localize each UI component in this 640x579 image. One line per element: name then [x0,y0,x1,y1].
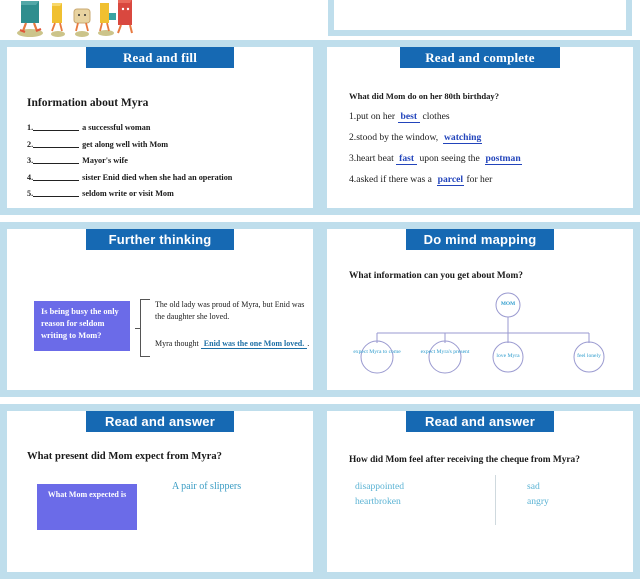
slide-further-thinking[interactable]: Further thinking Is being busy the only … [0,222,320,397]
bullet2-suffix: . [307,339,310,348]
answer-blank[interactable]: Enid was the one Mom loved. [200,339,308,349]
slide-read-and-fill[interactable]: Read and fill Information about Myra 1. a… [0,40,320,215]
line-suffix: upon seeing the [419,153,480,164]
line-prefix: 4.asked if there was a [349,174,432,185]
slide-read-and-answer-left[interactable]: Read and answer What present did Mom exp… [0,404,320,579]
feeling-word[interactable]: heartbroken [355,494,404,509]
mind-map-child-node-2: expect Myra's present [420,349,470,355]
slide-body: Further thinking Is being busy the only … [7,229,313,390]
question-callout-box: Is being busy the only reason for seldom… [34,301,130,351]
completion-line: 3.heart beat fast upon seeing the postma… [349,153,522,165]
item-text: seldom write or visit Mom [82,189,174,198]
mind-map-child-node-4: feel lonely [577,353,601,359]
feeling-word[interactable]: sad [527,479,549,494]
completion-lines: 1.put on her best clothes 2.stood by the… [349,111,522,195]
prompt-text: Information about Myra [27,97,149,109]
list-item: 3. Mayor's wife [27,155,232,165]
answer-blank[interactable]: watching [442,132,483,144]
blank-line[interactable] [33,139,80,148]
prompt-text: What present did Mom expect from Myra? [27,451,222,462]
feeling-column-right: sad angry [527,479,549,510]
item-text: a successful woman [82,123,151,132]
slide-title-read-and-fill: Read and fill [86,47,234,68]
slide-deck-page: Read and fill Information about Myra 1. a… [0,0,640,579]
item-text: Mayor's wife [82,156,128,165]
line-prefix: 2.stood by the window, [349,132,439,143]
line-suffix: clothes [422,111,450,122]
answer-bullet-1: The old lady was proud of Myra, but Enid… [155,300,305,321]
prompt-text: How did Mom feel after receiving the che… [349,455,580,465]
mind-map-child-node-3: love Myra [496,353,520,359]
slide-title-read-and-complete: Read and complete [400,47,560,68]
answer-blank-2[interactable]: postman [484,153,522,165]
column-divider [495,475,496,525]
answer-blank[interactable]: fast [396,153,418,165]
slide-do-mind-mapping[interactable]: Do mind mapping What information can you… [320,222,640,397]
expectation-callout-box: What Mom expected is [37,484,137,530]
line-prefix: 3.heart beat [349,153,394,164]
feeling-word[interactable]: disappointed [355,479,404,494]
feeling-column-left: disappointed heartbroken [355,479,404,510]
mind-map-connectors [360,292,605,374]
feeling-word[interactable]: angry [527,494,549,509]
list-item: 1. a successful woman [27,122,232,132]
list-item: 2. get along well with Mom [27,139,232,149]
slide-body: Read and complete What did Mom do on her… [327,47,633,208]
completion-line: 2.stood by the window, watching [349,132,522,144]
blank-line[interactable] [33,188,80,197]
answer-options: A pair of slippers [172,479,241,495]
walking-characters-illustration [17,0,133,37]
mind-map: MOM expect Myra to come expect Myra's pr… [337,291,627,383]
slide-body: Read and answer What present did Mom exp… [7,411,313,572]
list-item: 4. sister Enid died when she had an opera… [27,172,232,182]
list-item: 5. seldom write or visit Mom [27,188,232,198]
bullet2-prefix: Myra thought [155,339,199,348]
slide-title-read-and-answer-left: Read and answer [86,411,234,432]
slide-read-and-answer-right[interactable]: Read and answer How did Mom feel after r… [320,404,640,579]
fill-in-list: 1. a successful woman 2. get along well wi… [27,122,232,205]
slide-title-read-and-answer-right: Read and answer [406,411,554,432]
answer-blank[interactable]: best [397,111,421,123]
line-suffix: for her [466,174,493,185]
line-prefix: 1.put on her [349,111,396,122]
slide-body: Do mind mapping What information can you… [327,229,633,390]
brace-tick [135,328,141,329]
item-text: get along well with Mom [82,139,169,149]
blank-line[interactable] [33,155,80,164]
brace-connector [135,299,150,357]
prompt-text: What information can you get about Mom? [349,271,523,281]
completion-line: 4.asked if there was a parcel for her [349,174,522,186]
slide-title-do-mind-mapping: Do mind mapping [406,229,554,250]
header-illustration-strip [0,0,320,40]
mind-map-child-node-1: expect Myra to come [353,349,401,355]
blank-line[interactable] [33,122,80,131]
item-text: sister Enid died when she had an operati… [82,172,233,182]
answer-bullet-2: Myra thought Enid was the one Mom loved.… [155,339,310,349]
prompt-text: What did Mom do on her 80th birthday? [349,91,500,101]
slide-read-and-complete[interactable]: Read and complete What did Mom do on her… [320,40,640,215]
partial-slide-body [334,0,626,30]
partial-slide-frame [328,0,632,36]
answer-blank[interactable]: parcel [436,174,465,186]
top-right-partial-slide [320,0,640,40]
blank-line[interactable] [33,172,80,181]
slide-body: Read and fill Information about Myra 1. a… [7,47,313,208]
answer-option[interactable]: A pair of slippers [172,479,241,495]
mind-map-root-node: MOM [500,301,516,307]
slide-body: Read and answer How did Mom feel after r… [327,411,633,572]
slide-title-further-thinking: Further thinking [86,229,234,250]
completion-line: 1.put on her best clothes [349,111,522,123]
